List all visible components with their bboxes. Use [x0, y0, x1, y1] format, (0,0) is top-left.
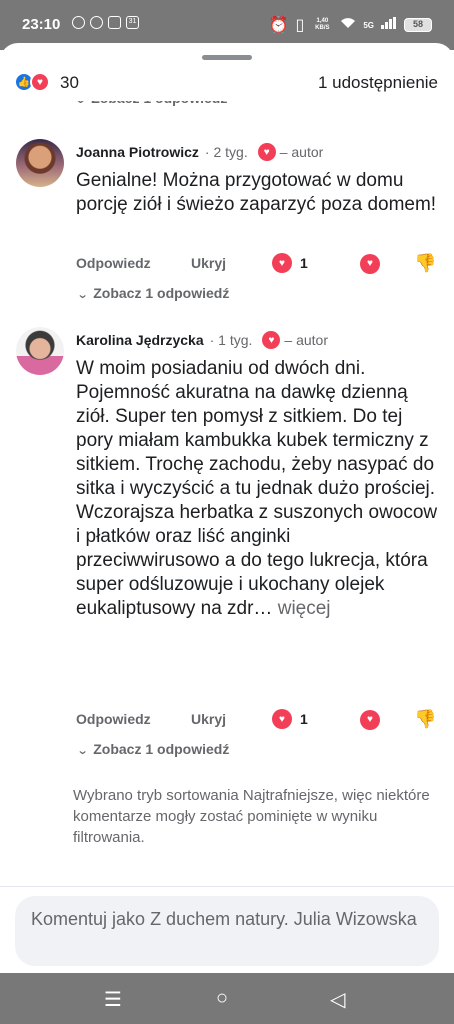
author-name[interactable]: Karolina Jędrzycka	[76, 332, 204, 348]
vibrate-icon: ▯	[295, 17, 305, 34]
chevron-down-icon: ⌄	[76, 745, 89, 757]
reaction-count: 1	[300, 255, 308, 271]
shares-count[interactable]: 1 udostępnienie	[318, 73, 438, 93]
thumbs-down-icon[interactable]: 👎	[414, 709, 436, 730]
love-react-button[interactable]: ♥	[360, 709, 380, 730]
comment-header: Karolina Jędrzycka · 1 tyg. ♥ – autor	[76, 331, 328, 349]
love-icon: ♥	[30, 72, 50, 92]
calendar-icon: 31	[126, 16, 139, 29]
author-badge: – autor	[279, 144, 324, 160]
comment-actions: Odpowiedz Ukryj ♥ 1 ♥ 👎	[76, 253, 438, 277]
home-icon[interactable]: ○	[216, 987, 228, 1010]
whatsapp-icon	[90, 16, 103, 29]
wifi-icon	[340, 16, 356, 34]
comment-actions: Odpowiedz Ukryj ♥ 1 ♥ 👎	[76, 709, 438, 733]
heart-icon: ♥	[272, 709, 292, 729]
net-speed: 1,40 KB/S	[315, 18, 330, 31]
view-replies-link[interactable]: ⌄ Zobacz 1 odpowiedź	[76, 741, 230, 757]
comment-text: Genialne! Można przygotować w domu porcj…	[76, 170, 437, 215]
reaction-count: 1	[300, 711, 308, 727]
reaction-summary[interactable]: ♥ 1	[272, 253, 308, 273]
alarm-icon: ⏰	[268, 17, 289, 34]
comment-text: W moim posiadaniu od dwóch dni. Pojemnoś…	[76, 358, 438, 619]
comment-input-placeholder: Komentuj jako Z duchem natury. Julia Wiz…	[31, 909, 417, 929]
reaction-summary[interactable]: ♥ 1	[272, 709, 308, 729]
reply-button[interactable]: Odpowiedz	[76, 711, 151, 727]
back-icon[interactable]: ◁	[330, 987, 345, 1012]
avatar[interactable]	[16, 139, 64, 187]
divider	[0, 886, 454, 887]
comment-input[interactable]: Komentuj jako Z duchem natury. Julia Wiz…	[15, 896, 439, 966]
author-badge: – autor	[284, 332, 329, 348]
comment-time[interactable]: · 1 tyg.	[210, 332, 253, 348]
heart-icon: ♥	[262, 331, 281, 349]
reply-button[interactable]: Odpowiedz	[76, 255, 151, 271]
system-nav-bar: ☰ ○ ◁	[0, 973, 454, 1024]
clock: 23:10	[22, 16, 61, 33]
comment-time[interactable]: · 2 tyg.	[205, 144, 248, 160]
reaction-count[interactable]: 30	[60, 73, 79, 93]
recent-apps-icon[interactable]: ☰	[104, 987, 122, 1012]
signal-icon	[381, 16, 397, 34]
chevron-down-icon: ⌄	[76, 289, 89, 301]
hide-button[interactable]: Ukryj	[191, 255, 226, 271]
sort-notice: Wybrano tryb sortowania Najtrafniejsze, …	[73, 787, 430, 846]
network-type: 5G	[363, 20, 374, 30]
heart-icon: ♥	[360, 253, 380, 274]
reaction-icons[interactable]: 👍 ♥	[14, 72, 50, 92]
battery-icon: 58	[404, 18, 432, 32]
comments-sheet: ⌄Zobacz 1 odpowiedź 👍 ♥ 30 1 udostępnien…	[0, 43, 454, 973]
reactions-summary: 👍 ♥ 30 1 udostępnienie	[0, 67, 454, 101]
drag-handle[interactable]	[202, 55, 252, 60]
see-more-link[interactable]: więcej	[278, 598, 331, 619]
avatar[interactable]	[16, 327, 64, 375]
comment-header: Joanna Piotrowicz · 2 tyg. ♥ – autor	[76, 143, 323, 161]
messenger-icon	[72, 16, 85, 29]
view-replies-link[interactable]: ⌄ Zobacz 1 odpowiedź	[76, 285, 230, 301]
heart-icon: ♥	[257, 143, 276, 161]
notification-icons: 31	[72, 16, 139, 29]
heart-icon: ♥	[272, 253, 292, 273]
instagram-icon	[108, 16, 121, 29]
author-name[interactable]: Joanna Piotrowicz	[76, 144, 199, 160]
hide-button[interactable]: Ukryj	[191, 711, 226, 727]
love-react-button[interactable]: ♥	[360, 253, 380, 274]
heart-icon: ♥	[360, 709, 380, 730]
thumbs-down-icon[interactable]: 👎	[414, 253, 436, 274]
system-indicators: ⏰ ▯ 1,40 KB/S 5G 58	[269, 15, 432, 35]
